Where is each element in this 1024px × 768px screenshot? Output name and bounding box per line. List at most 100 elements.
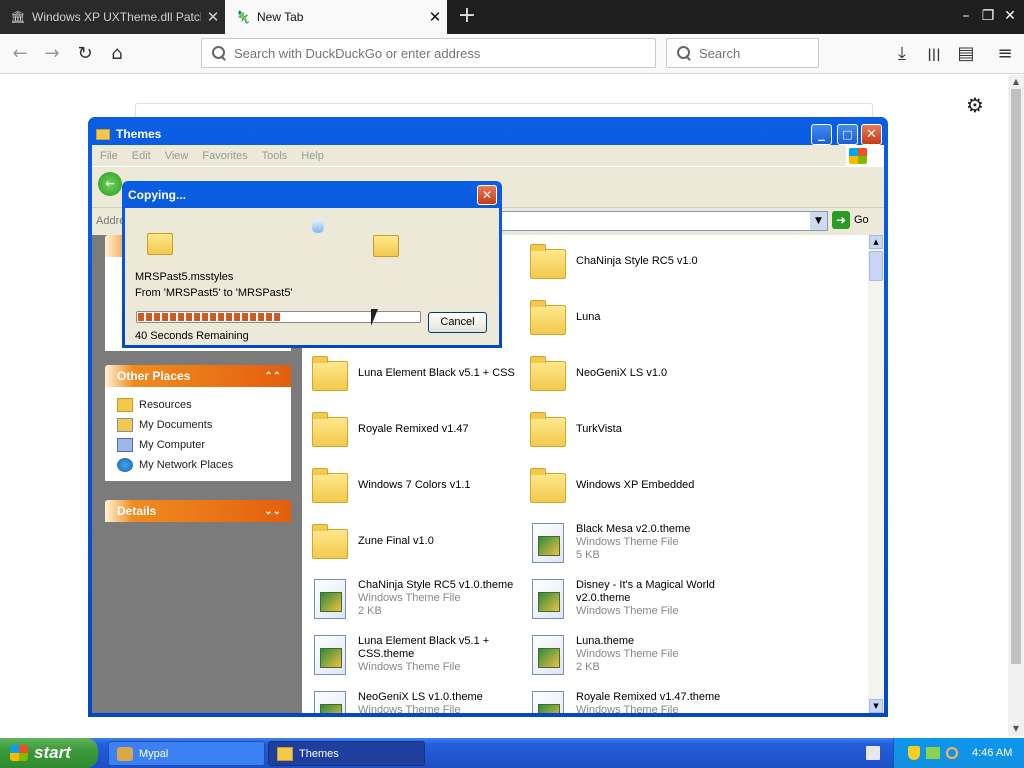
other-places-header[interactable]: Other Places ⌃⌃ bbox=[105, 365, 291, 387]
place-label: My Documents bbox=[139, 419, 213, 431]
mouse-cursor-icon bbox=[371, 309, 378, 326]
list-item[interactable]: Windows XP Embedded bbox=[528, 467, 694, 507]
other-places-title: Other Places bbox=[117, 369, 191, 383]
destination-folder-icon bbox=[373, 235, 399, 257]
list-item[interactable]: Black Mesa v2.0.theme Windows Theme File… bbox=[528, 523, 690, 563]
menu-edit[interactable]: Edit bbox=[132, 150, 151, 162]
page-scrollbar[interactable]: ▲ ▼ bbox=[1008, 75, 1024, 736]
minimize-window-button[interactable]: – bbox=[955, 6, 977, 26]
list-item[interactable]: Disney - It's a Magical World v2.0.theme… bbox=[528, 579, 728, 619]
folder-icon bbox=[96, 128, 110, 140]
other-places-body: Resources My Documents My Computer My Ne… bbox=[105, 387, 291, 481]
new-tab-button[interactable]: + bbox=[455, 2, 479, 32]
explorer-title-bar[interactable]: Themes bbox=[96, 123, 161, 145]
menu-file[interactable]: File bbox=[100, 150, 118, 162]
security-shield-icon[interactable] bbox=[908, 746, 920, 760]
network-icon[interactable] bbox=[926, 747, 940, 759]
reload-button[interactable]: ↻ bbox=[73, 42, 97, 66]
place-my-network-places[interactable]: My Network Places bbox=[117, 455, 291, 475]
chevron-down-icon[interactable]: ▼ bbox=[810, 212, 827, 230]
menu-icon[interactable]: ≡ bbox=[993, 42, 1017, 66]
tab-uxtheme-patches[interactable]: 🏛 Windows XP UXTheme.dll Patches ✕ bbox=[0, 0, 225, 34]
chevron-up-icon[interactable]: ⌃⌃ bbox=[264, 371, 281, 382]
go-arrow-icon: ➜ bbox=[832, 211, 850, 229]
place-my-documents[interactable]: My Documents bbox=[117, 415, 291, 435]
explorer-minimize-button[interactable]: _ bbox=[811, 124, 832, 145]
close-tab-icon[interactable]: ✕ bbox=[201, 8, 225, 26]
explorer-back-button[interactable]: ← bbox=[98, 172, 122, 196]
search-bar[interactable]: Search bbox=[666, 38, 819, 68]
keyboard-icon[interactable] bbox=[866, 746, 880, 760]
list-item[interactable]: Luna Element Black v5.1 + CSS bbox=[310, 355, 515, 395]
details-header[interactable]: Details ⌄⌄ bbox=[105, 500, 291, 522]
search-icon bbox=[212, 46, 226, 60]
scroll-up-icon[interactable]: ▲ bbox=[869, 235, 883, 249]
taskbar-item-mypal[interactable]: Mypal bbox=[108, 741, 265, 766]
theme-file-icon bbox=[528, 691, 568, 713]
scrollbar-thumb[interactable] bbox=[1011, 89, 1021, 664]
folder-icon bbox=[310, 467, 350, 507]
scroll-up-icon[interactable]: ▲ bbox=[1008, 75, 1024, 89]
browser-tab-strip: 🏛 Windows XP UXTheme.dll Patches ✕ 🦎 New… bbox=[0, 0, 1024, 34]
folder-icon bbox=[310, 355, 350, 395]
mypal-icon bbox=[117, 746, 133, 761]
dialog-body: MRSPast5.msstyles From 'MRSPast5' to 'MR… bbox=[125, 208, 499, 345]
list-item[interactable]: ChaNinja Style RC5 v1.0.theme Windows Th… bbox=[310, 579, 513, 619]
taskbar: start Mypal Themes 4:46 AM bbox=[0, 738, 1024, 768]
list-item[interactable]: Zune Final v1.0 bbox=[310, 523, 434, 563]
start-label: start bbox=[34, 743, 71, 762]
list-item[interactable]: ChaNinja Style RC5 v1.0 bbox=[528, 243, 698, 283]
theme-file-icon bbox=[310, 635, 350, 675]
list-item[interactable]: Royale Remixed v1.47.theme Windows Theme… bbox=[528, 691, 720, 713]
url-bar[interactable]: Search with DuckDuckGo or enter address bbox=[201, 38, 656, 68]
details-title: Details bbox=[117, 504, 157, 518]
list-item[interactable]: TurkVista bbox=[528, 411, 622, 451]
place-resources[interactable]: Resources bbox=[117, 395, 291, 415]
tab-new-tab[interactable]: 🦎 New Tab ✕ bbox=[225, 0, 447, 34]
home-button[interactable]: ⌂ bbox=[105, 42, 129, 66]
menu-tools[interactable]: Tools bbox=[262, 150, 288, 162]
list-item[interactable]: Royale Remixed v1.47 bbox=[310, 411, 469, 451]
search-icon[interactable] bbox=[946, 747, 958, 759]
close-window-button[interactable]: ✕ bbox=[999, 6, 1021, 26]
folder-icon bbox=[528, 355, 568, 395]
start-button[interactable]: start bbox=[0, 738, 98, 768]
scrollbar-thumb[interactable] bbox=[869, 251, 883, 281]
list-item[interactable]: Luna bbox=[528, 299, 600, 339]
go-button[interactable]: ➜ Go bbox=[832, 211, 869, 229]
library-icon[interactable]: ||| bbox=[922, 42, 946, 66]
chevron-down-icon[interactable]: ⌄⌄ bbox=[264, 506, 281, 517]
taskbar-item-themes[interactable]: Themes bbox=[268, 741, 425, 766]
forward-button[interactable]: → bbox=[40, 42, 64, 66]
scroll-down-icon[interactable]: ▼ bbox=[869, 699, 883, 713]
taskbar-item-label: Themes bbox=[299, 747, 339, 760]
explorer-menu-bar: File Edit View Favorites Tools Help bbox=[92, 145, 884, 167]
menu-help[interactable]: Help bbox=[301, 150, 324, 162]
scroll-down-icon[interactable]: ▼ bbox=[1008, 722, 1024, 736]
documents-icon bbox=[117, 418, 133, 432]
menu-favorites[interactable]: Favorites bbox=[202, 150, 247, 162]
cancel-button[interactable]: Cancel bbox=[428, 312, 487, 333]
dialog-close-button[interactable]: ✕ bbox=[477, 185, 497, 205]
close-tab-icon[interactable]: ✕ bbox=[423, 8, 447, 26]
menu-view[interactable]: View bbox=[165, 150, 189, 162]
theme-file-icon bbox=[528, 635, 568, 675]
restore-window-button[interactable]: ❐ bbox=[977, 6, 999, 26]
explorer-close-button[interactable]: ✕ bbox=[861, 124, 882, 145]
columns-icon: 🏛 bbox=[10, 10, 26, 24]
back-button[interactable]: ← bbox=[8, 42, 32, 66]
download-icon[interactable]: ⤓ bbox=[890, 42, 914, 66]
sidebar-icon[interactable]: ▤ bbox=[954, 42, 978, 66]
folder-icon bbox=[528, 299, 568, 339]
list-item[interactable]: Windows 7 Colors v1.1 bbox=[310, 467, 471, 507]
place-my-computer[interactable]: My Computer bbox=[117, 435, 291, 455]
explorer-maximize-button[interactable]: □ bbox=[837, 124, 858, 145]
file-list-scrollbar[interactable]: ▲ ▼ bbox=[868, 235, 884, 713]
list-item[interactable]: NeoGeniX LS v1.0.theme Windows Theme Fil… bbox=[310, 691, 483, 713]
gear-icon[interactable]: ⚙ bbox=[966, 93, 984, 117]
dialog-title[interactable]: Copying... bbox=[128, 184, 186, 206]
list-item[interactable]: NeoGeniX LS v1.0 bbox=[528, 355, 667, 395]
list-item[interactable]: Luna Element Black v5.1 + CSS.theme Wind… bbox=[310, 635, 510, 675]
list-item[interactable]: Luna.theme Windows Theme File 2 KB bbox=[528, 635, 679, 675]
folder-icon bbox=[310, 523, 350, 563]
